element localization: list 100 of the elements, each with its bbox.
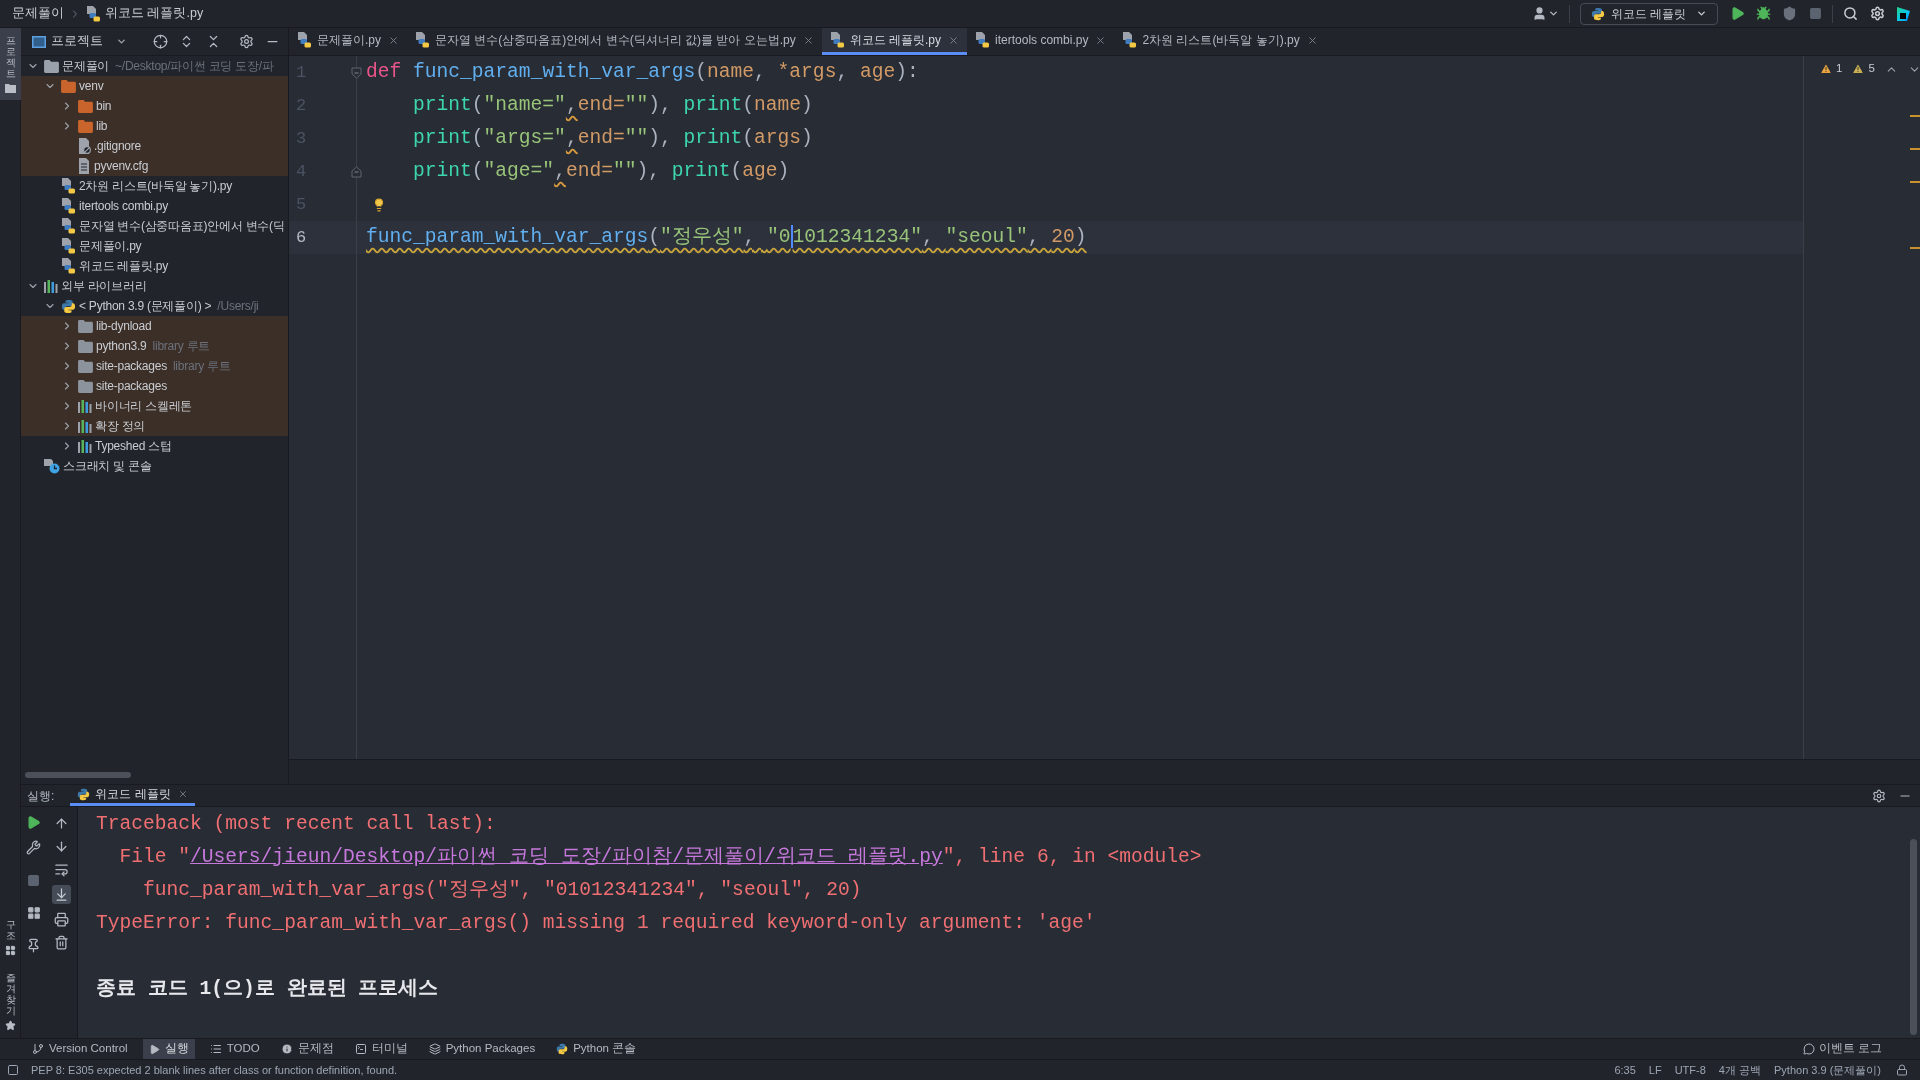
caret-down-icon[interactable] (1547, 8, 1559, 19)
python-logo-icon (77, 787, 91, 801)
run-icon[interactable] (1730, 6, 1745, 21)
warning-count[interactable]: 1 (1836, 60, 1843, 78)
editor-tab[interactable]: 2차원 리스트(바둑알 놓기).py (1114, 28, 1326, 55)
tool-window-button[interactable]: Python Packages (422, 1039, 542, 1059)
stop-icon[interactable] (27, 874, 40, 887)
user-icon[interactable] (1531, 6, 1547, 21)
list-icon (209, 1043, 222, 1055)
fold-start-icon[interactable] (351, 66, 362, 79)
search-icon[interactable] (1843, 6, 1858, 21)
tree-item[interactable]: 확장 정의 (95, 417, 146, 435)
tree-item[interactable]: 문자열 변수(삼중따옴표)안에서 변수(딕 (79, 217, 285, 235)
tool-window-button[interactable]: 실행 (142, 1039, 195, 1059)
tool-window-button[interactable]: TODO (203, 1039, 266, 1059)
grid-icon[interactable] (26, 906, 41, 920)
event-log-button[interactable]: 이벤트 로그 (1798, 1039, 1886, 1059)
settings-icon[interactable] (1872, 788, 1886, 803)
tree-item[interactable]: venv (79, 77, 104, 95)
run-config-dropdown[interactable]: 위코드 레플릿 (1579, 2, 1718, 25)
warning-stripe-mark[interactable] (1909, 247, 1920, 249)
status-bar-widget[interactable]: 6:35 (1614, 1061, 1636, 1079)
tree-item[interactable]: 2차원 리스트(바둑알 놓기).py (79, 177, 233, 195)
stop-icon[interactable] (1809, 7, 1822, 20)
crosshair-icon[interactable] (153, 34, 168, 49)
tool-window-button[interactable]: Version Control (26, 1039, 134, 1059)
tree-item[interactable]: python3.9 (96, 337, 147, 355)
tree-item[interactable]: site-packages (96, 357, 167, 375)
horizontal-scrollbar[interactable] (25, 772, 131, 778)
tool-window-button[interactable]: 터미널 (348, 1039, 414, 1059)
bug-icon[interactable] (1756, 6, 1771, 21)
tree-item[interactable]: 스크래치 및 콘솔 (63, 457, 152, 475)
editor-tab[interactable]: 문제풀이.py (289, 28, 407, 55)
close-icon[interactable] (177, 789, 188, 799)
shield-icon[interactable] (1782, 6, 1797, 21)
warning-icon[interactable] (1820, 63, 1832, 75)
printer-icon[interactable] (54, 912, 69, 927)
status-bar-widget[interactable]: 4개 공백 (1718, 1061, 1761, 1079)
trash-icon[interactable] (54, 935, 69, 950)
tool-window-button[interactable]: 구조 (0, 912, 21, 963)
settings-icon[interactable] (1870, 6, 1885, 21)
editor-tab[interactable]: 문자열 변수(삼중따옴표)안에서 변수(딕셔너리 값)를 받아 오는법.py (407, 28, 822, 55)
tree-item[interactable]: bin (96, 97, 112, 115)
tool-window-button[interactable]: 프로젝트 (0, 28, 21, 100)
settings-icon[interactable] (239, 34, 254, 49)
tree-item[interactable]: < Python 3.9 (문제풀이) > (79, 297, 212, 315)
app-logo-icon[interactable] (1896, 5, 1912, 22)
text-file-icon (78, 158, 91, 174)
close-icon[interactable] (948, 34, 960, 46)
arrow-down-icon[interactable] (54, 839, 69, 854)
info-icon (280, 1043, 293, 1055)
tree-item[interactable]: itertools combi.py (79, 197, 169, 215)
python-file-icon (297, 32, 312, 48)
wrench-icon[interactable] (26, 840, 41, 855)
scroll-to-end-button[interactable] (52, 885, 71, 904)
tool-window-button[interactable]: Python 콘솔 (550, 1039, 643, 1059)
close-icon[interactable] (802, 34, 814, 46)
close-icon[interactable] (388, 34, 399, 46)
editor-tab[interactable]: 위코드 레플릿.py (821, 28, 968, 55)
panel-title-dropdown[interactable]: 프로젝트 (51, 32, 127, 51)
tree-item[interactable]: lib-dynload (96, 317, 152, 335)
tree-item[interactable]: 바이너리 스켈레톤 (95, 397, 193, 415)
tree-item[interactable]: 문제풀이.py (79, 237, 142, 255)
vertical-scrollbar[interactable] (1909, 839, 1917, 1035)
tree-item[interactable]: lib (96, 117, 108, 135)
close-icon[interactable] (1095, 34, 1107, 46)
tree-item[interactable]: site-packages (96, 377, 167, 395)
warning-icon[interactable] (1852, 63, 1865, 75)
tree-item[interactable]: Typeshed 스텁 (95, 437, 172, 455)
warning-stripe-mark[interactable] (1909, 115, 1920, 117)
run-icon[interactable] (26, 815, 41, 830)
status-bar-widget[interactable]: UTF-8 (1674, 1061, 1706, 1079)
close-icon[interactable] (1306, 34, 1318, 46)
tree-item[interactable]: 문제풀이 (62, 57, 110, 75)
editor-tab[interactable]: itertools combi.py (967, 28, 1115, 55)
square-icon[interactable] (7, 1064, 19, 1076)
breadcrumb[interactable]: 문제풀이 (12, 4, 64, 23)
pin-icon[interactable] (26, 938, 41, 953)
tree-item[interactable]: pyvenv.cfg (94, 157, 149, 175)
warning-stripe-mark[interactable] (1909, 148, 1920, 150)
tree-item[interactable]: 외부 라이브러리 (61, 277, 147, 295)
tree-item[interactable]: 위코드 레플릿.py (79, 257, 168, 275)
warning-stripe-mark[interactable] (1909, 181, 1920, 183)
status-message: PEP 8: E305 expected 2 blank lines after class or function definition, found. (31, 1062, 398, 1078)
breadcrumb[interactable]: 위코드 레플릿.py (105, 4, 204, 23)
lock-icon[interactable] (1896, 1064, 1908, 1076)
tool-window-button[interactable]: 문제점 (274, 1039, 340, 1059)
status-bar-widget[interactable]: LF (1648, 1061, 1662, 1079)
arrow-up-icon[interactable] (54, 816, 69, 831)
file-path-link[interactable]: /Users/jieun/Desktop/파이썬 코딩 도장/파이참/문제풀이/위코드 레플릿.py (190, 842, 943, 873)
code-line: print("name=",end=""), print(name) (413, 92, 813, 118)
library-bars-icon (78, 419, 92, 433)
warning-count[interactable]: 5 (1868, 60, 1875, 78)
tree-item[interactable]: .gitignore (94, 137, 141, 155)
lightbulb-icon[interactable] (372, 197, 386, 212)
python-file-icon (61, 178, 76, 194)
wrap-text-icon[interactable] (54, 862, 69, 877)
caret-down-icon (1696, 8, 1707, 19)
status-bar-widget[interactable]: Python 3.9 (문제풀이) (1774, 1061, 1881, 1079)
tool-window-button[interactable]: 즐겨찾기 (0, 965, 21, 1038)
